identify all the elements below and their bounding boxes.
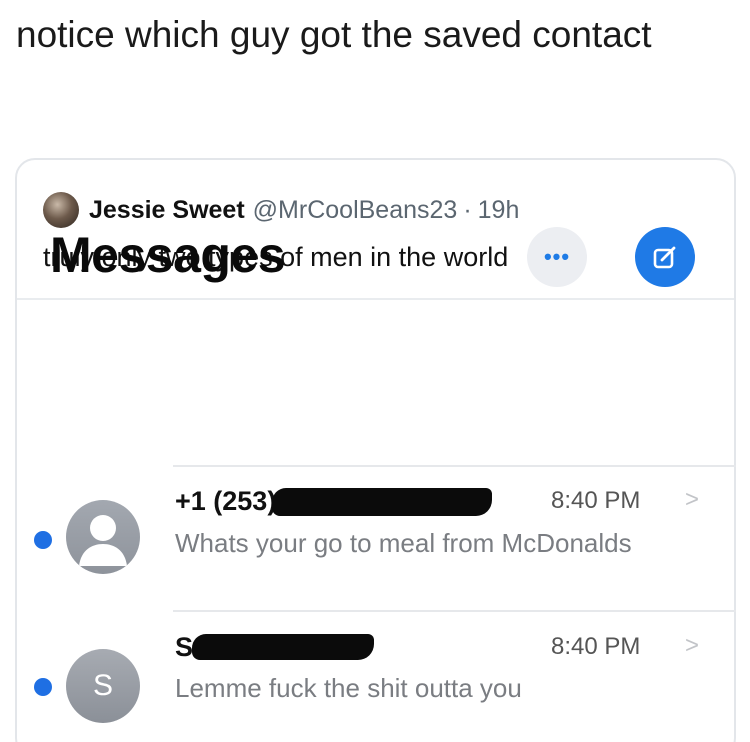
redaction-mark xyxy=(272,488,492,516)
list-divider xyxy=(173,610,736,612)
conversation-time: 8:40 PM xyxy=(551,487,641,514)
more-options-button[interactable]: ••• xyxy=(527,227,587,287)
messages-title: Messages xyxy=(50,227,286,283)
tweet-timestamp[interactable]: 19h xyxy=(478,196,520,225)
chevron-right-icon: > xyxy=(685,486,700,513)
redaction-mark xyxy=(192,634,374,660)
ellipsis-icon: ••• xyxy=(543,244,571,269)
conversation-sender: +1 (253) xyxy=(175,486,277,516)
tweet-author-handle[interactable]: @MrCoolBeans23 xyxy=(253,196,458,225)
conversation-time: 8:40 PM xyxy=(551,633,641,660)
meme-caption: notice which guy got the saved contact xyxy=(16,14,652,55)
conversation-sender: S xyxy=(175,632,194,662)
chevron-right-icon: > xyxy=(685,632,700,659)
contact-avatar-initial[interactable]: S xyxy=(66,649,140,723)
unread-indicator xyxy=(34,531,52,549)
tweet-separator: · xyxy=(463,195,472,224)
compose-button[interactable] xyxy=(635,227,695,287)
tweet-header: Jessie Sweet @MrCoolBeans23 · 19h xyxy=(43,190,519,230)
list-divider-top xyxy=(173,465,736,467)
contact-avatar-icon[interactable] xyxy=(66,500,140,574)
embedded-image-divider xyxy=(17,298,734,300)
compose-icon xyxy=(653,246,676,269)
conversation-preview: Whats your go to meal from McDonalds xyxy=(175,528,632,558)
tweet-author-name[interactable]: Jessie Sweet xyxy=(89,196,245,225)
tweet-author-avatar[interactable] xyxy=(43,192,79,228)
unread-indicator xyxy=(34,678,52,696)
conversation-preview: Lemme fuck the shit outta you xyxy=(175,673,522,703)
